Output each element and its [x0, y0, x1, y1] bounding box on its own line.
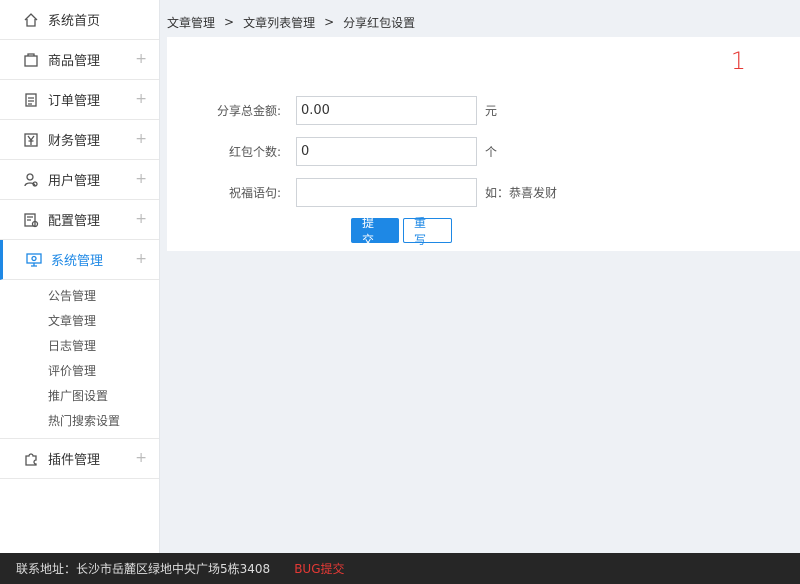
- bag-icon: [22, 51, 40, 69]
- total-amount-label: 分享总金额:: [216, 103, 281, 118]
- bug-report-link[interactable]: BUG提交: [294, 560, 344, 577]
- config-icon: [22, 211, 40, 229]
- form-actions: 提交 重写: [351, 216, 452, 247]
- expand-icon[interactable]: +: [135, 251, 147, 267]
- greeting-hint: 如：恭喜发财: [485, 185, 558, 200]
- total-amount-unit: 元: [485, 103, 498, 118]
- form-row-total-amount: 分享总金额: 元: [167, 95, 497, 125]
- submenu-item-articles[interactable]: 文章管理: [0, 309, 159, 334]
- reset-button[interactable]: 重写: [403, 216, 452, 247]
- system-submenu: 公告管理 文章管理 日志管理 评价管理 推广图设置 热门搜索设置: [0, 280, 159, 439]
- yen-icon: [22, 131, 40, 149]
- sidebar-item-label: 用户管理: [48, 174, 101, 189]
- submenu-item-promo-images[interactable]: 推广图设置: [0, 384, 159, 409]
- home-icon: [22, 11, 40, 29]
- breadcrumb-item-current: 分享红包设置: [343, 15, 416, 30]
- puzzle-icon: [22, 450, 40, 468]
- form-row-count: 红包个数: 个: [167, 136, 497, 166]
- submenu-item-reviews[interactable]: 评价管理: [0, 359, 159, 384]
- expand-icon[interactable]: +: [135, 91, 147, 107]
- count-input[interactable]: [296, 136, 477, 166]
- sidebar-item-label: 插件管理: [48, 453, 101, 468]
- sidebar-item-orders[interactable]: 订单管理 +: [0, 80, 159, 120]
- sidebar-item-label: 系统管理: [51, 254, 104, 269]
- sidebar-item-config[interactable]: 配置管理 +: [0, 200, 159, 240]
- expand-icon[interactable]: +: [135, 51, 147, 67]
- greeting-input[interactable]: [296, 177, 477, 207]
- sidebar-item-label: 系统首页: [48, 14, 101, 29]
- user-icon: [22, 171, 40, 189]
- sidebar-item-users[interactable]: 用户管理 +: [0, 160, 159, 200]
- count-unit: 个: [485, 144, 498, 159]
- sidebar-item-label: 财务管理: [48, 134, 101, 149]
- breadcrumb-separator: >: [324, 15, 335, 29]
- breadcrumb-separator: >: [224, 15, 235, 29]
- expand-icon[interactable]: +: [135, 171, 147, 187]
- submenu-item-notice[interactable]: 公告管理: [0, 284, 159, 309]
- expand-icon[interactable]: +: [135, 450, 147, 466]
- submenu-item-hot-search[interactable]: 热门搜索设置: [0, 409, 159, 434]
- breadcrumb: 文章管理 > 文章列表管理 > 分享红包设置: [167, 12, 415, 32]
- sidebar-item-system[interactable]: 系统管理 +: [0, 240, 159, 280]
- sidebar-item-plugins[interactable]: 插件管理 +: [0, 439, 159, 479]
- footer-address: 联系地址：长沙市岳麓区绿地中央广场5栋3408: [16, 562, 271, 576]
- sidebar-item-label: 配置管理: [48, 214, 101, 229]
- greeting-label: 祝福语句:: [228, 185, 281, 200]
- sidebar-item-finance[interactable]: 财务管理 +: [0, 120, 159, 160]
- sidebar-item-home[interactable]: 系统首页: [0, 0, 159, 40]
- submit-button[interactable]: 提交: [351, 216, 399, 247]
- sidebar-item-products[interactable]: 商品管理 +: [0, 40, 159, 80]
- sidebar-item-label: 商品管理: [48, 54, 101, 69]
- monitor-icon: [25, 251, 43, 269]
- breadcrumb-item-article-list[interactable]: 文章列表管理: [243, 14, 315, 31]
- share-red-packet-form-panel: 1 分享总金额: 元 红包个数: 个 祝福语句: 如：恭喜发财 提交 重写: [167, 37, 800, 251]
- count-label: 红包个数:: [228, 144, 281, 159]
- total-amount-input[interactable]: [296, 95, 477, 125]
- annotation-marker: 1: [730, 47, 746, 75]
- sidebar-item-label: 订单管理: [48, 94, 101, 109]
- clipboard-icon: [22, 91, 40, 109]
- form-row-greeting: 祝福语句: 如：恭喜发财: [167, 177, 557, 207]
- expand-icon[interactable]: +: [135, 131, 147, 147]
- breadcrumb-item-articles[interactable]: 文章管理: [167, 14, 215, 31]
- submenu-item-logs[interactable]: 日志管理: [0, 334, 159, 359]
- sidebar: 系统首页 商品管理 + 订单管理 + 财务管理 + 用户管理 + 配置管理 + …: [0, 0, 160, 553]
- expand-icon[interactable]: +: [135, 211, 147, 227]
- footer: 联系地址：长沙市岳麓区绿地中央广场5栋3408 BUG提交: [0, 553, 800, 584]
